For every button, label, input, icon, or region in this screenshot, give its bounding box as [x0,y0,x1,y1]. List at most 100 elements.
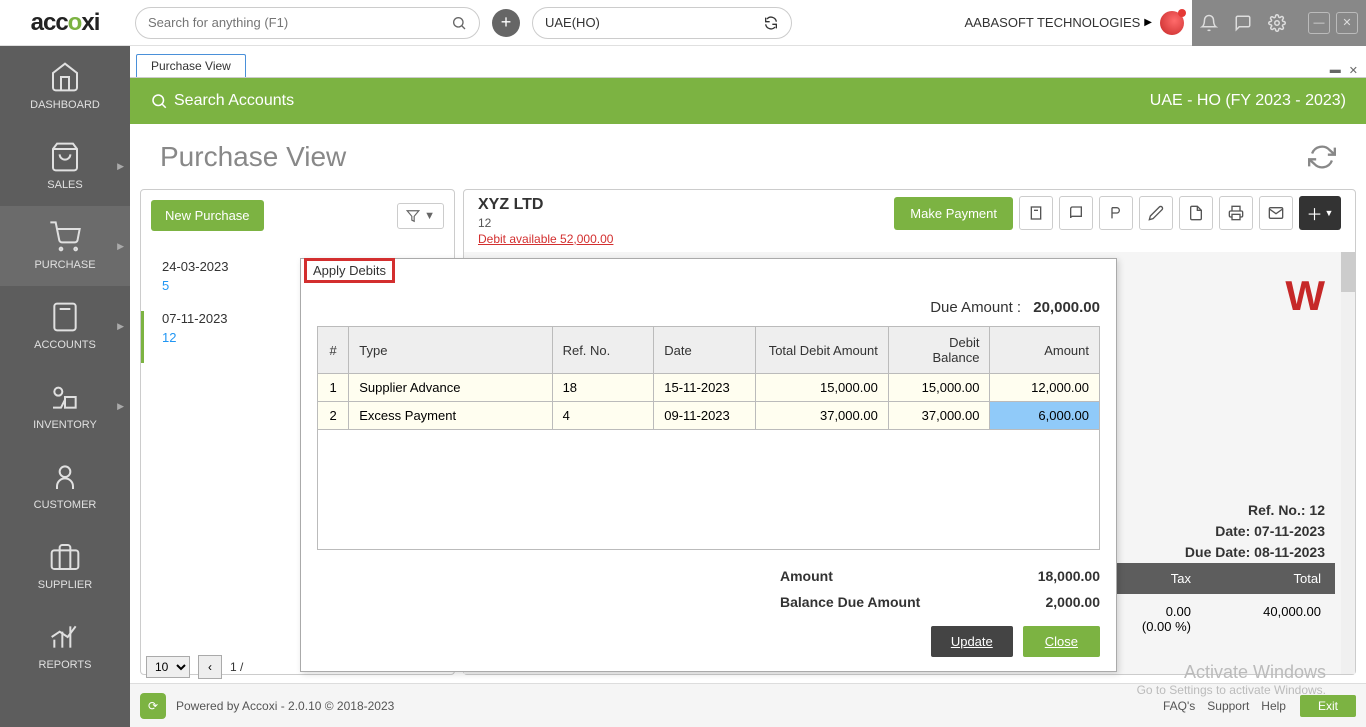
sidebar-label: DASHBOARD [30,99,100,111]
bag-icon [49,141,81,173]
sidebar-item-customer[interactable]: CUSTOMER [0,446,130,526]
search-icon [451,15,467,31]
amount-label: Amount [780,568,980,584]
make-payment-button[interactable]: Make Payment [894,197,1013,230]
more-actions-button[interactable]: ＋▼ [1299,196,1341,230]
filter-button[interactable]: ▼ [397,203,444,229]
scrollbar[interactable] [1341,252,1355,674]
chat-icon[interactable] [1234,14,1252,32]
inventory-icon [49,381,81,413]
close-window[interactable]: ✕ [1336,12,1358,34]
sidebar-label: INVENTORY [33,419,97,431]
debit-available-link[interactable]: Debit available 52,000.00 [478,232,613,246]
sidebar-item-supplier[interactable]: SUPPLIER [0,526,130,606]
sidebar-item-inventory[interactable]: INVENTORY▶ [0,366,130,446]
filter-icon [406,209,420,223]
sidebar-item-reports[interactable]: REPORTS [0,606,130,686]
company-name[interactable]: AABASOFT TECHNOLOGIES [965,15,1141,30]
sidebar-item-purchase[interactable]: PURCHASE ▶ [0,206,130,286]
sidebar-item-accounts[interactable]: ACCOUNTS▶ [0,286,130,366]
home-icon [49,61,81,93]
due-date-label: Due Date: 08-11-2023 [1185,542,1325,563]
page-size-select[interactable]: 10 [146,656,190,678]
sidebar-label: PURCHASE [34,259,95,271]
mail-icon[interactable] [1259,196,1293,230]
notification-dot[interactable] [1160,11,1184,35]
company-arrow-icon[interactable]: ▶ [1144,17,1152,28]
customer-icon [49,461,81,493]
page-title-row: Purchase View [130,124,1366,189]
balance-due-value: 2,000.00 [980,594,1100,610]
sidebar-label: ACCOUNTS [34,339,96,351]
search-input[interactable] [148,15,451,30]
total-header: Total [1205,563,1335,594]
tab-close[interactable]: ✕ [1349,64,1358,77]
park-icon[interactable] [1099,196,1133,230]
table-row[interactable]: 2 Excess Payment 4 09-11-2023 37,000.00 … [318,402,1100,430]
new-purchase-button[interactable]: New Purchase [151,200,264,231]
briefcase-icon [49,541,81,573]
footer-logo-icon: ⟳ [140,693,166,719]
add-button[interactable]: + [492,9,520,37]
page-title: Purchase View [160,141,346,173]
logo-pre: acc [31,9,68,37]
chevron-down-icon: ▼ [424,210,435,222]
col-balance: Debit Balance [888,327,990,374]
apply-debits-modal: Apply Debits Due Amount : 20,000.00 # Ty… [300,258,1117,672]
fiscal-year-label: UAE - HO (FY 2023 - 2023) [1150,92,1346,110]
exit-button[interactable]: Exit [1300,695,1356,717]
bell-icon[interactable] [1200,14,1218,32]
sidebar-item-dashboard[interactable]: DASHBOARD [0,46,130,126]
tab-purchase-view[interactable]: Purchase View [136,54,246,77]
table-row[interactable]: 1 Supplier Advance 18 15-11-2023 15,000.… [318,374,1100,402]
location-label: UAE(HO) [545,15,763,30]
sidebar-item-sales[interactable]: SALES ▶ [0,126,130,206]
sidebar-label: CUSTOMER [34,499,97,511]
system-tray: — ✕ [1192,0,1366,46]
due-amount-label: Due Amount : [930,299,1021,316]
powered-by: Powered by Accoxi - 2.0.10 © 2018-2023 [176,699,394,713]
sync-icon[interactable] [763,15,779,31]
app-logo: accoxi [0,0,130,46]
global-search[interactable] [135,7,480,39]
refresh-icon[interactable] [1308,143,1336,171]
minimize-window[interactable]: — [1308,12,1330,34]
sidebar-label: SALES [47,179,82,191]
col-num: # [318,327,349,374]
help-link[interactable]: Help [1261,699,1286,713]
cart-icon [49,221,81,253]
modal-tab[interactable]: Apply Debits [304,258,395,283]
amount-value: 18,000.00 [980,568,1100,584]
faq-link[interactable]: FAQ's [1163,699,1195,713]
pagination: 10 ‹ 1 / [146,655,243,679]
print-icon[interactable] [1219,196,1253,230]
date-label: Date: 07-11-2023 [1185,521,1325,542]
col-type: Type [349,327,552,374]
supplier-logo: W [1185,272,1325,320]
total-cell: 40,000.00 [1205,594,1335,644]
search-icon [150,92,168,110]
logo-post: xi [81,9,99,37]
close-button[interactable]: Close [1023,626,1100,657]
col-date: Date [654,327,756,374]
location-select[interactable]: UAE(HO) [532,7,792,39]
chevron-right-icon: ▶ [117,241,124,252]
top-header: accoxi + UAE(HO) AABASOFT TECHNOLOGIES ▶… [0,0,1366,46]
col-amount: Amount [990,327,1100,374]
chevron-right-icon: ▶ [117,161,124,172]
footer: ⟳ Powered by Accoxi - 2.0.10 © 2018-2023… [130,683,1366,727]
edit-icon[interactable] [1139,196,1173,230]
tab-bar: Purchase View ▬ ✕ [130,50,1366,78]
search-accounts-bar: Search Accounts UAE - HO (FY 2023 - 2023… [130,78,1366,124]
settings-icon[interactable] [1268,14,1286,32]
prev-page-button[interactable]: ‹ [198,655,222,679]
sidebar: DASHBOARD SALES ▶ PURCHASE ▶ ACCOUNTS▶ INV… [0,46,130,727]
search-accounts-button[interactable]: Search Accounts [150,92,294,110]
support-link[interactable]: Support [1207,699,1249,713]
tab-minimize[interactable]: ▬ [1330,64,1341,77]
attach-icon[interactable] [1019,196,1053,230]
update-button[interactable]: Update [931,626,1013,657]
pdf-icon[interactable] [1179,196,1213,230]
book-icon[interactable] [1059,196,1093,230]
sidebar-label: SUPPLIER [38,579,92,591]
